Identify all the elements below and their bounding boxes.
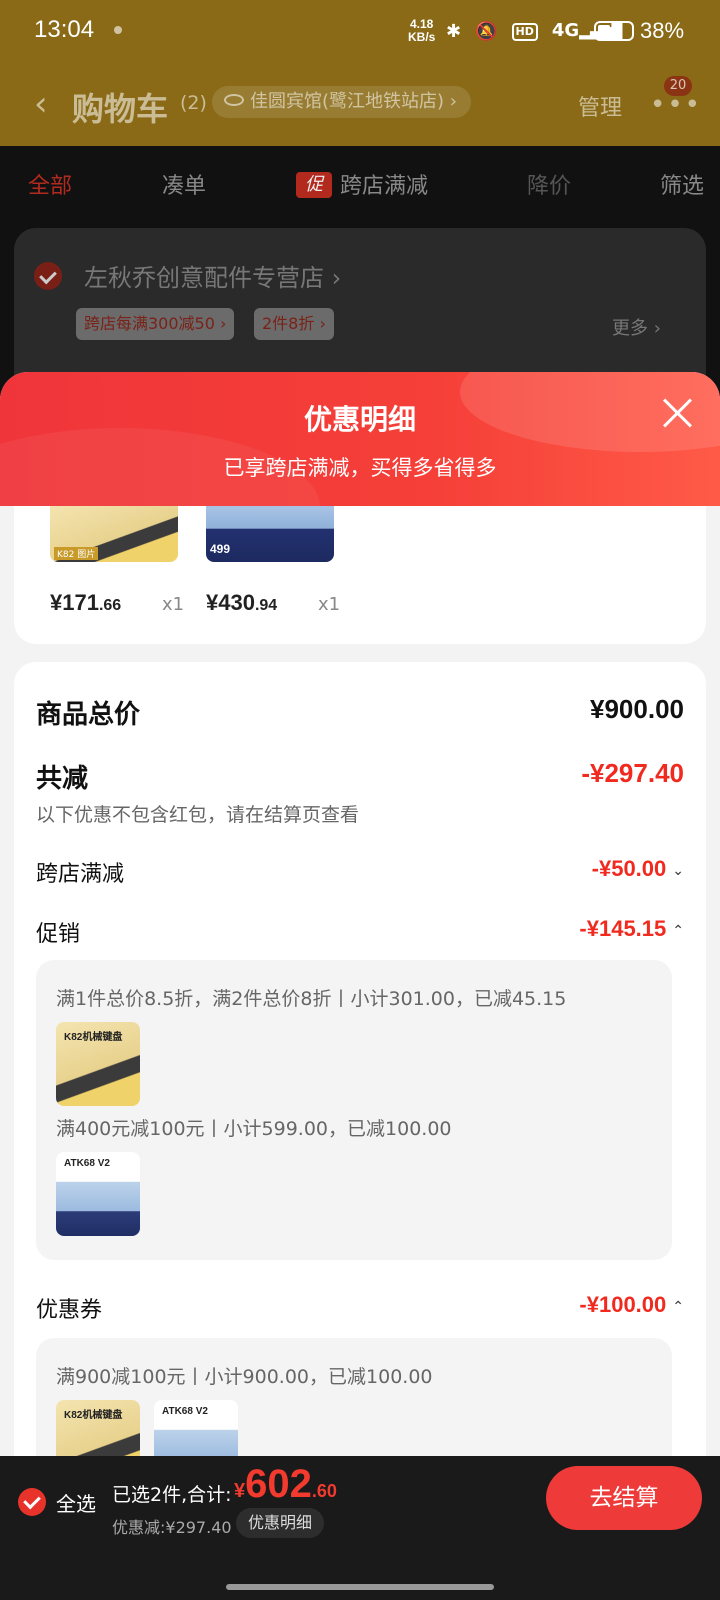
checkout-button[interactable]: 去结算 xyxy=(546,1466,702,1530)
coupon-value: -¥100.00 ⌃ xyxy=(579,1292,684,1317)
close-icon[interactable] xyxy=(660,396,694,430)
promo-rule: 满400元减100元丨小计599.00，已减100.00 xyxy=(56,1118,452,1140)
coupon-row[interactable]: 优惠券 -¥100.00 ⌃ xyxy=(36,1292,684,1323)
product-qty: x1 xyxy=(318,594,341,615)
reduce-label: 共减 xyxy=(36,764,89,794)
sheet-banner: 优惠明细 已享跨店满减，买得多省得多 xyxy=(0,372,720,588)
eye-icon xyxy=(224,94,244,106)
discount-detail-sheet: 优惠明细 已享跨店满减，买得多省得多 K82 图片 499 ¥171.66 x1… xyxy=(0,372,720,1600)
product-price: ¥171.66 xyxy=(50,590,122,615)
cart-count: (2) xyxy=(180,92,207,114)
checkout-bar: 全选 已选2件,合计: ¥602.60 优惠减:¥297.40 优惠明细 去结算 xyxy=(0,1456,720,1600)
tab-filter[interactable]: 筛选 xyxy=(660,168,704,200)
store-name[interactable]: 左秋乔创意配件专营店 › xyxy=(84,258,341,293)
discount-amount: 优惠减:¥297.40 xyxy=(112,1518,232,1537)
promo-icon: 促 xyxy=(296,172,332,198)
cross-store-row[interactable]: 跨店满减 -¥50.00 ⌄ xyxy=(36,856,684,887)
top-header-area: 13:04 4.18 KB/s ✱ 🔕 HD 4G▂▄▆█ 38% ‹ 购物车 … xyxy=(0,0,720,146)
tab-cross-store[interactable]: 促跨店满减 xyxy=(296,168,428,200)
product-thumbnail: ATK68 V2 xyxy=(56,1152,140,1236)
promo-detail-panel: 满1件总价8.5折，满2件总价8折丨小计301.00，已减45.15 K82机械… xyxy=(36,960,672,1260)
battery-percent: 38% xyxy=(640,18,685,43)
store-checkbox[interactable] xyxy=(34,262,62,290)
status-bar: 13:04 4.18 KB/s ✱ 🔕 HD 4G▂▄▆█ 38% xyxy=(0,0,720,64)
notification-dot-icon xyxy=(114,26,122,34)
product-qty: x1 xyxy=(162,594,185,615)
chevron-up-icon: ⌃ xyxy=(672,1297,684,1314)
product-thumbnail: K82 图片 xyxy=(50,506,178,562)
store-tag[interactable]: 跨店每满300减50 › xyxy=(76,308,235,340)
mute-icon: 🔕 xyxy=(475,20,498,42)
delivery-location[interactable]: 佳圆宾馆(鹭江地铁站店) › xyxy=(212,86,471,118)
status-time: 13:04 xyxy=(34,16,95,43)
back-button[interactable]: ‹ xyxy=(34,84,48,124)
battery-fill xyxy=(598,25,610,37)
reduce-row: 共减 -¥297.40 xyxy=(36,758,684,794)
message-badge: 20 xyxy=(664,76,692,96)
product-price: ¥430.94 xyxy=(206,590,278,615)
page-title: 购物车 xyxy=(72,90,169,128)
product-thumbnail: 499 xyxy=(206,506,334,562)
promo-label: 促销 xyxy=(36,922,81,947)
network-speed: 4.18 KB/s xyxy=(408,17,436,44)
cross-store-value: -¥50.00 ⌄ xyxy=(591,856,684,881)
total-label: 商品总价 xyxy=(36,700,141,730)
promo-value: -¥145.15 ⌃ xyxy=(579,916,684,941)
sheet-title: 优惠明细 xyxy=(303,403,416,436)
coupon-rule: 满900减100元丨小计900.00，已减100.00 xyxy=(56,1366,433,1388)
tab-all[interactable]: 全部 xyxy=(28,168,72,200)
chevron-up-icon: ⌃ xyxy=(672,921,684,938)
hd-icon: HD xyxy=(511,22,538,41)
store-card: 左秋乔创意配件专营店 › 跨店每满300减50 › 2件8折 › 更多 › xyxy=(14,228,706,388)
total-row: 商品总价 ¥900.00 xyxy=(36,694,684,730)
reduce-note: 以下优惠不包含红包，请在结算页查看 xyxy=(36,804,360,826)
select-all-label[interactable]: 全选 xyxy=(56,1488,96,1517)
select-all-checkbox[interactable] xyxy=(18,1488,46,1516)
bluetooth-icon: ✱ xyxy=(446,20,462,42)
selected-count: 已选2件,合计: xyxy=(112,1484,232,1506)
total-price: ¥602.60 xyxy=(234,1462,337,1506)
battery-icon xyxy=(594,21,634,41)
store-tag[interactable]: 2件8折 › xyxy=(254,308,334,340)
cross-store-label: 跨店满减 xyxy=(36,862,125,887)
reduce-value: -¥297.40 xyxy=(581,758,684,788)
location-text: 佳圆宾馆(鹭江地铁站店) › xyxy=(250,91,457,112)
filter-tabs: 全部 凑单 促跨店满减 降价 筛选 xyxy=(0,146,720,220)
cart-header: ‹ 购物车 (2) 佳圆宾馆(鹭江地铁站店) › 管理 ••• 20 xyxy=(0,72,720,136)
store-more[interactable]: 更多 › xyxy=(612,314,661,340)
manage-button[interactable]: 管理 xyxy=(578,90,622,122)
tab-price-drop[interactable]: 降价 xyxy=(527,168,571,200)
product-thumbnail: K82机械键盘 xyxy=(56,1022,140,1106)
coupon-label: 优惠券 xyxy=(36,1298,103,1323)
goods-summary: K82 图片 499 ¥171.66 x1 ¥430.94 x1 xyxy=(14,506,706,644)
promo-rule: 满1件总价8.5折，满2件总价8折丨小计301.00，已减45.15 xyxy=(56,988,567,1010)
total-value: ¥900.00 xyxy=(590,694,684,724)
promo-row[interactable]: 促销 -¥145.15 ⌃ xyxy=(36,916,684,947)
home-indicator xyxy=(226,1584,494,1590)
chevron-down-icon: ⌄ xyxy=(672,861,684,878)
sheet-subtitle: 已享跨店满减，买得多省得多 xyxy=(223,456,497,480)
tab-bundle[interactable]: 凑单 xyxy=(162,168,206,200)
discount-detail-button[interactable]: 优惠明细 xyxy=(236,1508,325,1538)
